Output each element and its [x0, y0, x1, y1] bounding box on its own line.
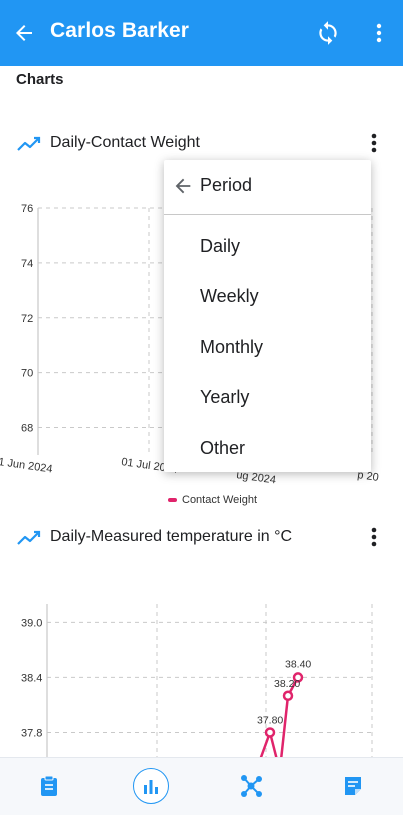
series-line: [279, 676, 300, 760]
period-popup: Period Daily Weekly Monthly Yearly Other: [164, 160, 371, 472]
x-tick-label: 1 Jun 2024: [0, 456, 53, 475]
active-indicator: [133, 768, 169, 804]
trending-up-icon: [17, 136, 41, 151]
legend-swatch: [168, 498, 177, 502]
data-label: 38.40: [285, 658, 311, 670]
sync-icon[interactable]: [315, 20, 341, 46]
y-tick-label: 68: [21, 423, 33, 435]
period-option-yearly[interactable]: Yearly: [200, 387, 249, 408]
data-label: 37.80: [257, 714, 283, 726]
nav-network[interactable]: [229, 764, 273, 808]
legend-label: Contact Weight: [182, 494, 258, 506]
temperature-chart: 39.0 38.4 37.8 37.80 38.20 38.40: [21, 604, 373, 760]
nav-notes[interactable]: [331, 764, 375, 808]
y-tick-label: 39.0: [21, 617, 42, 629]
data-point: [282, 690, 294, 702]
nav-clipboard[interactable]: [27, 764, 71, 808]
period-option-other[interactable]: Other: [200, 438, 245, 459]
more-vertical-icon[interactable]: [366, 526, 382, 550]
more-vertical-icon[interactable]: [366, 132, 382, 156]
bar-chart-icon: [144, 780, 158, 794]
chart-legend: Contact Weight: [168, 494, 257, 506]
period-option-weekly[interactable]: Weekly: [200, 286, 259, 307]
app-bar: Carlos Barker: [0, 0, 403, 66]
y-tick-label: 74: [21, 258, 33, 270]
period-option-monthly[interactable]: Monthly: [200, 337, 263, 358]
page-title: Carlos Barker: [50, 19, 190, 42]
data-label: 38.20: [274, 678, 300, 690]
arrow-left-icon[interactable]: [172, 175, 194, 197]
chart-header-temperature: Daily-Measured temperature in °C: [16, 526, 396, 554]
y-tick-label: 70: [21, 368, 33, 380]
popup-title: Period: [200, 175, 253, 195]
chart-header-contact-weight: Daily-Contact Weight: [16, 132, 396, 160]
period-option-daily[interactable]: Daily: [200, 236, 240, 257]
clipboard-icon: [41, 775, 57, 796]
trending-up-icon: [17, 530, 41, 545]
chart-title: Daily-Contact Weight: [50, 134, 200, 151]
y-tick-label: 37.8: [21, 727, 42, 739]
arrow-left-icon[interactable]: [12, 21, 36, 45]
popup-header: Period: [164, 160, 371, 215]
chart-title: Daily-Measured temperature in °C: [50, 528, 293, 545]
note-icon: [345, 777, 361, 795]
section-title: Charts: [16, 71, 64, 88]
y-tick-label: 72: [21, 313, 33, 325]
y-tick-label: 76: [21, 203, 33, 215]
network-icon: [241, 775, 262, 797]
more-vertical-icon[interactable]: [367, 20, 391, 46]
bottom-navigation: [0, 757, 403, 815]
nav-charts[interactable]: [129, 764, 173, 808]
y-tick-label: 38.4: [21, 672, 42, 684]
data-point: [264, 727, 276, 738]
